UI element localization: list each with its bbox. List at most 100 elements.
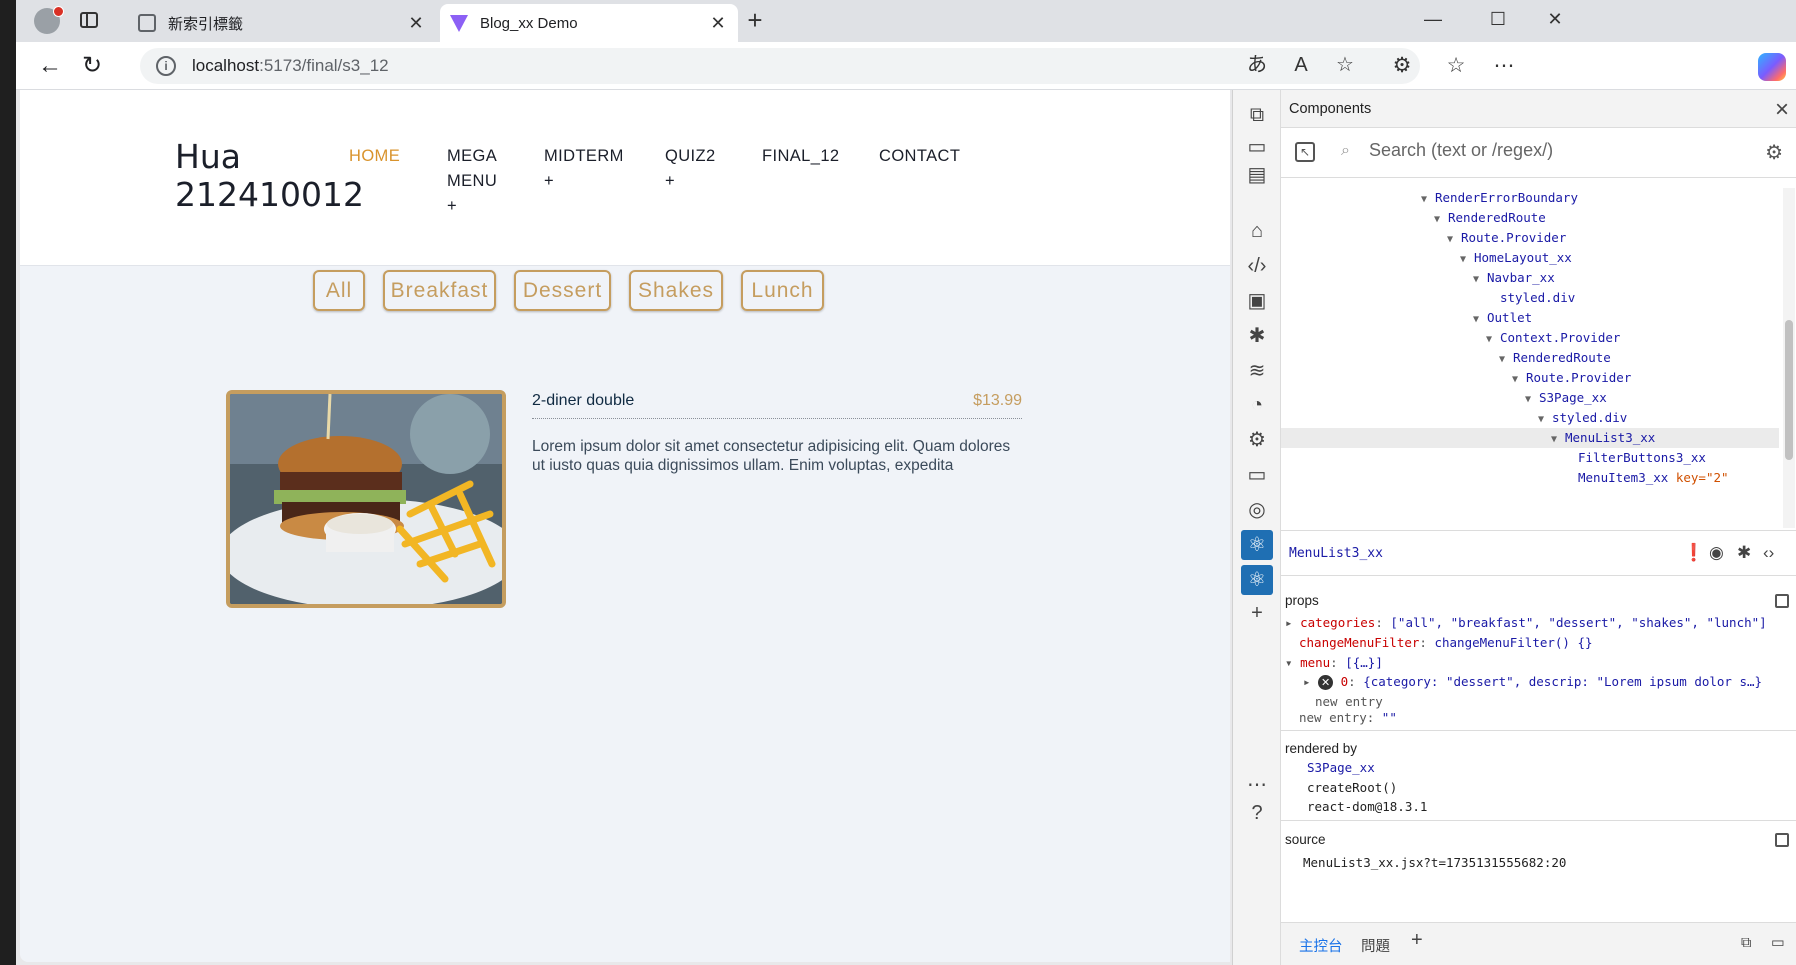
more-tools-plus-icon[interactable]: +: [1241, 598, 1273, 628]
prop-change-menu-filter[interactable]: changeMenuFilter: changeMenuFilter() {}: [1299, 635, 1796, 650]
translate-icon[interactable]: あ: [1242, 50, 1272, 80]
browser-tab-new[interactable]: 新索引標籤 ✕: [128, 4, 436, 42]
close-window-button[interactable]: ✕: [1532, 4, 1578, 34]
nav-quiz2[interactable]: QUIZ2 +: [665, 144, 716, 194]
copy-props-icon[interactable]: [1775, 594, 1789, 608]
maximize-button[interactable]: ☐: [1475, 4, 1521, 34]
source-header: source: [1285, 832, 1326, 847]
profile-avatar[interactable]: [34, 6, 64, 34]
component-search-input[interactable]: Search (text or /regex/): [1369, 140, 1553, 161]
filter-dessert-button[interactable]: Dessert: [514, 270, 611, 311]
more-menu-icon[interactable]: ⋯: [1488, 50, 1520, 82]
help-icon[interactable]: ?: [1241, 798, 1273, 828]
filter-shakes-button[interactable]: Shakes: [629, 270, 723, 311]
drawer-tab-console[interactable]: 主控台: [1299, 935, 1343, 956]
window-icon[interactable]: ▤: [1241, 160, 1273, 190]
scroll-thumb[interactable]: [1785, 320, 1793, 460]
filter-lunch-button[interactable]: Lunch: [741, 270, 824, 311]
tab-title: Blog_xx Demo: [480, 14, 578, 32]
tab-actions-icon[interactable]: [78, 10, 100, 32]
eye-icon[interactable]: ◉: [1709, 543, 1724, 563]
favorites-icon[interactable]: ☆: [1440, 50, 1472, 82]
dock-side-icon[interactable]: ⧉: [1741, 935, 1751, 951]
tree-node[interactable]: ▼ S3Page_xx: [1281, 388, 1779, 408]
prop-categories[interactable]: ▸ categories: ["all", "breakfast", "dess…: [1285, 615, 1785, 630]
site-brand[interactable]: Hua 212410012: [175, 138, 364, 214]
filter-breakfast-button[interactable]: Breakfast: [383, 270, 496, 311]
back-arrow-icon[interactable]: ←: [34, 50, 66, 82]
prop-menu[interactable]: ▾ menu: [{…}]: [1285, 655, 1785, 670]
home-icon[interactable]: ⌂: [1241, 216, 1273, 246]
settings-gear-icon[interactable]: ⚙: [1765, 140, 1783, 165]
tree-node[interactable]: ▼ HomeLayout_xx: [1281, 248, 1779, 268]
selected-component-bar: MenuList3_xx ❗ ◉ ✱ ‹›: [1281, 530, 1796, 576]
extensions-icon[interactable]: ⚙: [1386, 50, 1418, 82]
address-bar[interactable]: i localhost:5173/final/s3_12: [140, 48, 1420, 84]
close-tab-icon[interactable]: ✕: [406, 13, 426, 34]
copy-source-icon[interactable]: [1775, 833, 1789, 847]
filter-all-button[interactable]: All: [313, 270, 365, 311]
performance-icon[interactable]: ◔: [1241, 390, 1273, 420]
collapse-drawer-icon[interactable]: ▭: [1771, 935, 1785, 951]
nav-mega-menu[interactable]: MEGA MENU +: [447, 144, 497, 219]
site-info-icon[interactable]: i: [156, 56, 176, 76]
tree-node[interactable]: ▼ RenderErrorBoundary: [1281, 188, 1779, 208]
tree-node[interactable]: ▼ RenderedRoute: [1281, 208, 1779, 228]
bug-icon[interactable]: ✱: [1241, 321, 1273, 351]
memory-icon[interactable]: ⚙: [1241, 425, 1273, 455]
add-drawer-tab-icon[interactable]: +: [1411, 929, 1423, 952]
view-source-icon[interactable]: ‹›: [1763, 543, 1774, 563]
browser-tab-blog[interactable]: Blog_xx Demo ✕: [440, 4, 738, 42]
tree-node[interactable]: ▼ Navbar_xx: [1281, 268, 1779, 288]
tree-node[interactable]: MenuItem3_xx key="2": [1281, 468, 1779, 488]
more-tools-icon[interactable]: ⋯: [1241, 770, 1273, 800]
elements-icon[interactable]: ‹/›: [1241, 251, 1273, 281]
new-entry[interactable]: new entry: "": [1299, 710, 1796, 725]
new-tab-button[interactable]: +: [740, 6, 770, 36]
delete-entry-icon[interactable]: ✕: [1318, 675, 1334, 690]
nav-home[interactable]: HOME: [349, 144, 400, 169]
rendered-by-item[interactable]: S3Page_xx: [1307, 760, 1375, 775]
bug-icon[interactable]: ✱: [1737, 543, 1751, 563]
tree-node-selected[interactable]: ▼ MenuList3_xx: [1281, 428, 1779, 448]
drawer-tab-issues[interactable]: 問題: [1361, 935, 1390, 956]
tree-node[interactable]: ▼ Route.Provider: [1281, 228, 1779, 248]
tree-node[interactable]: styled.div: [1281, 288, 1779, 308]
devtools-activity-bar: ⧉ ▭ ▤ ⌂ ‹/› ▣ ✱ ≋ ◔ ⚙ ▭ ◎ ⚛ ⚛ + ⋯ ?: [1233, 90, 1281, 965]
close-devtools-icon[interactable]: ×: [1775, 96, 1789, 124]
application-icon[interactable]: ▭: [1241, 460, 1273, 490]
device-emulation-icon[interactable]: ▭: [1241, 132, 1273, 162]
read-aloud-icon[interactable]: A: [1286, 50, 1316, 80]
tree-node[interactable]: FilterButtons3_xx: [1281, 448, 1779, 468]
copilot-icon[interactable]: [1758, 53, 1786, 81]
new-entry-inner[interactable]: new entry: [1315, 694, 1796, 709]
nav-contact[interactable]: CONTACT: [879, 144, 960, 169]
tree-node[interactable]: ▼ Context.Provider: [1281, 328, 1779, 348]
react-components-icon[interactable]: ⚛: [1241, 530, 1273, 560]
vite-icon: [450, 14, 468, 32]
inspect-device-icon[interactable]: ⧉: [1241, 100, 1273, 130]
prop-menu-item-0[interactable]: ▸ ✕ 0: {category: "dessert", descrip: "L…: [1303, 674, 1796, 690]
network-icon[interactable]: ≋: [1241, 356, 1273, 386]
tree-node[interactable]: ▼ Route.Provider: [1281, 368, 1779, 388]
tree-scrollbar[interactable]: [1783, 188, 1795, 528]
tree-node[interactable]: ▼ styled.div: [1281, 408, 1779, 428]
props-header: props: [1285, 593, 1319, 608]
menu-item-info: 2-diner double $13.99 Lorem ipsum dolor …: [532, 390, 1022, 475]
rendered-by-header: rendered by: [1285, 741, 1358, 756]
source-location[interactable]: MenuList3_xx.jsx?t=1735131555682:20: [1303, 855, 1566, 870]
tree-node[interactable]: ▼ RenderedRoute: [1281, 348, 1779, 368]
select-element-icon[interactable]: ↖: [1295, 142, 1315, 162]
lighthouse-icon[interactable]: ◎: [1241, 495, 1273, 525]
menu-item-price: $13.99: [973, 392, 1022, 409]
tree-node[interactable]: ▼ Outlet: [1281, 308, 1779, 328]
nav-midterm[interactable]: MIDTERM +: [544, 144, 624, 194]
favorite-star-icon[interactable]: ☆: [1330, 50, 1360, 80]
warning-icon[interactable]: ❗: [1683, 543, 1704, 563]
console-icon[interactable]: ▣: [1241, 286, 1273, 316]
close-tab-icon[interactable]: ✕: [708, 13, 728, 34]
minimize-button[interactable]: —: [1410, 4, 1456, 34]
nav-final-12[interactable]: FINAL_12: [762, 144, 840, 169]
refresh-icon[interactable]: ↻: [76, 50, 108, 82]
react-profiler-icon[interactable]: ⚛: [1241, 565, 1273, 595]
